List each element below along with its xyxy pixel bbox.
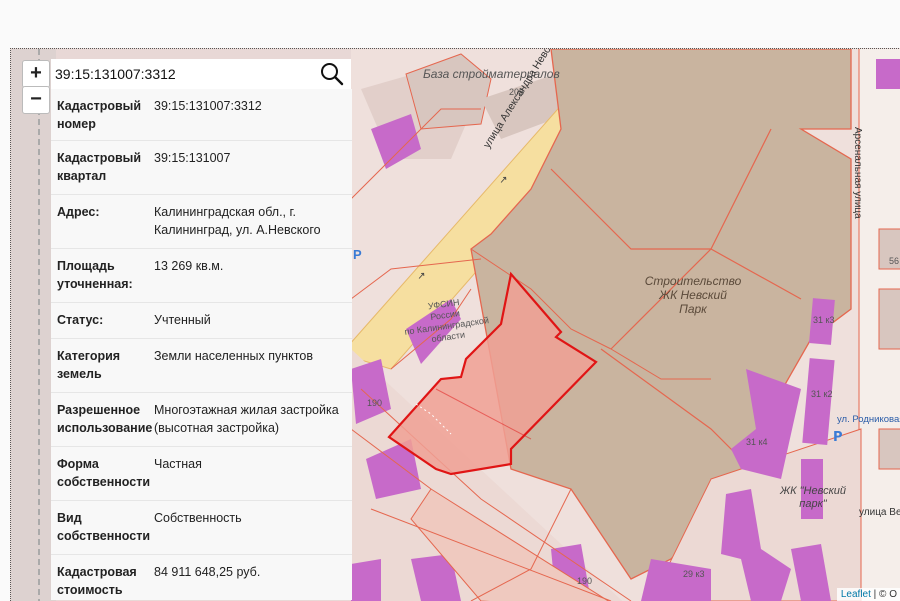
label-arsenalnaya: Арсенальная улица xyxy=(852,127,863,219)
info-value: Калининградская обл., г. Калининград, ул… xyxy=(154,205,321,237)
info-row-area: Площадь уточненная: 13 269 кв.м. xyxy=(51,249,352,303)
label-street-ve: улица Ве xyxy=(859,507,900,518)
info-row-status: Статус: Учтенный xyxy=(51,303,352,339)
parking-icon: P xyxy=(353,247,362,262)
info-key: Кадастровый квартал xyxy=(57,151,142,183)
info-key: Площадь уточненная: xyxy=(57,259,133,291)
label-zhk-line2: парк" xyxy=(799,498,827,510)
attribution-rest: | © O xyxy=(870,589,897,600)
info-value: Учтенный xyxy=(154,313,211,327)
top-bar xyxy=(0,0,900,48)
search-icon[interactable] xyxy=(319,61,345,87)
label-construction-line2: ЖК Невский xyxy=(659,288,727,302)
info-value: Земли населенных пунктов xyxy=(154,349,313,363)
label-31k3: 31 к3 xyxy=(813,315,835,325)
label-zhk-line1: ЖК "Невский xyxy=(779,485,847,497)
label-56: 56 xyxy=(889,256,900,266)
zoom-out-button[interactable]: − xyxy=(22,86,50,114)
info-value: Частная xyxy=(154,457,202,471)
info-row-ownership-type: Вид собственности Собственность xyxy=(51,501,352,555)
label-construction-line1: Строительство xyxy=(644,274,742,288)
info-row-cadastral-number: Кадастровый номер 39:15:131007:3312 xyxy=(51,89,352,141)
cadastral-search-input[interactable] xyxy=(55,64,305,84)
label-rodnikovaya: ул. Родниковая xyxy=(837,414,900,425)
info-key: Статус: xyxy=(57,313,104,327)
info-row-permitted-use: Разрешенное использование Многоэтажная жи… xyxy=(51,393,352,447)
leaflet-link[interactable]: Leaflet xyxy=(841,589,871,600)
label-190b: 190 xyxy=(577,576,593,586)
info-row-cadastral-value: Кадастровая стоимость 84 911 648,25 руб. xyxy=(51,555,352,600)
label-construction-line3: Парк xyxy=(679,302,707,316)
svg-text:P: P xyxy=(833,430,843,445)
label-31k4: 31 к4 xyxy=(746,437,768,447)
label-construction: Строительство ЖК Невский Парк xyxy=(623,274,763,316)
info-value: 84 911 648,25 руб. xyxy=(154,565,261,579)
info-value: 13 269 кв.м. xyxy=(154,259,224,273)
info-key: Вид собственности xyxy=(57,511,151,543)
label-29k3: 29 к3 xyxy=(683,569,705,579)
info-row-category: Категория земель Земли населенных пунктов xyxy=(51,339,352,393)
info-key: Форма собственности xyxy=(57,457,151,489)
info-key: Кадастровая стоимость xyxy=(57,565,137,597)
info-key: Адрес: xyxy=(57,205,100,219)
parcel-info-panel: Кадастровый номер 39:15:131007:3312 Кадас… xyxy=(51,89,352,600)
info-key: Разрешенное использование xyxy=(57,403,153,435)
info-key: Категория земель xyxy=(57,349,121,381)
label-190a: 190 xyxy=(367,398,383,408)
info-row-address: Адрес: Калининградская обл., г. Калинингр… xyxy=(51,195,352,249)
info-row-ownership-form: Форма собственности Частная xyxy=(51,447,352,501)
label-zhk: ЖК "Невский парк" xyxy=(773,485,853,511)
building xyxy=(876,59,900,89)
info-value: Многоэтажная жилая застройка (высотная з… xyxy=(154,403,339,435)
info-value: 39:15:131007 xyxy=(154,151,231,165)
info-value: 39:15:131007:3312 xyxy=(154,99,262,113)
label-31k2: 31 к2 xyxy=(811,389,833,399)
building xyxy=(351,559,381,601)
info-key: Кадастровый номер xyxy=(57,99,142,131)
info-value: Собственность xyxy=(154,511,242,525)
zoom-in-button[interactable]: + xyxy=(22,60,50,88)
search-box xyxy=(51,59,351,90)
map-attribution: Leaflet | © O xyxy=(836,588,900,601)
info-row-quarter: Кадастровый квартал 39:15:131007 xyxy=(51,141,352,195)
